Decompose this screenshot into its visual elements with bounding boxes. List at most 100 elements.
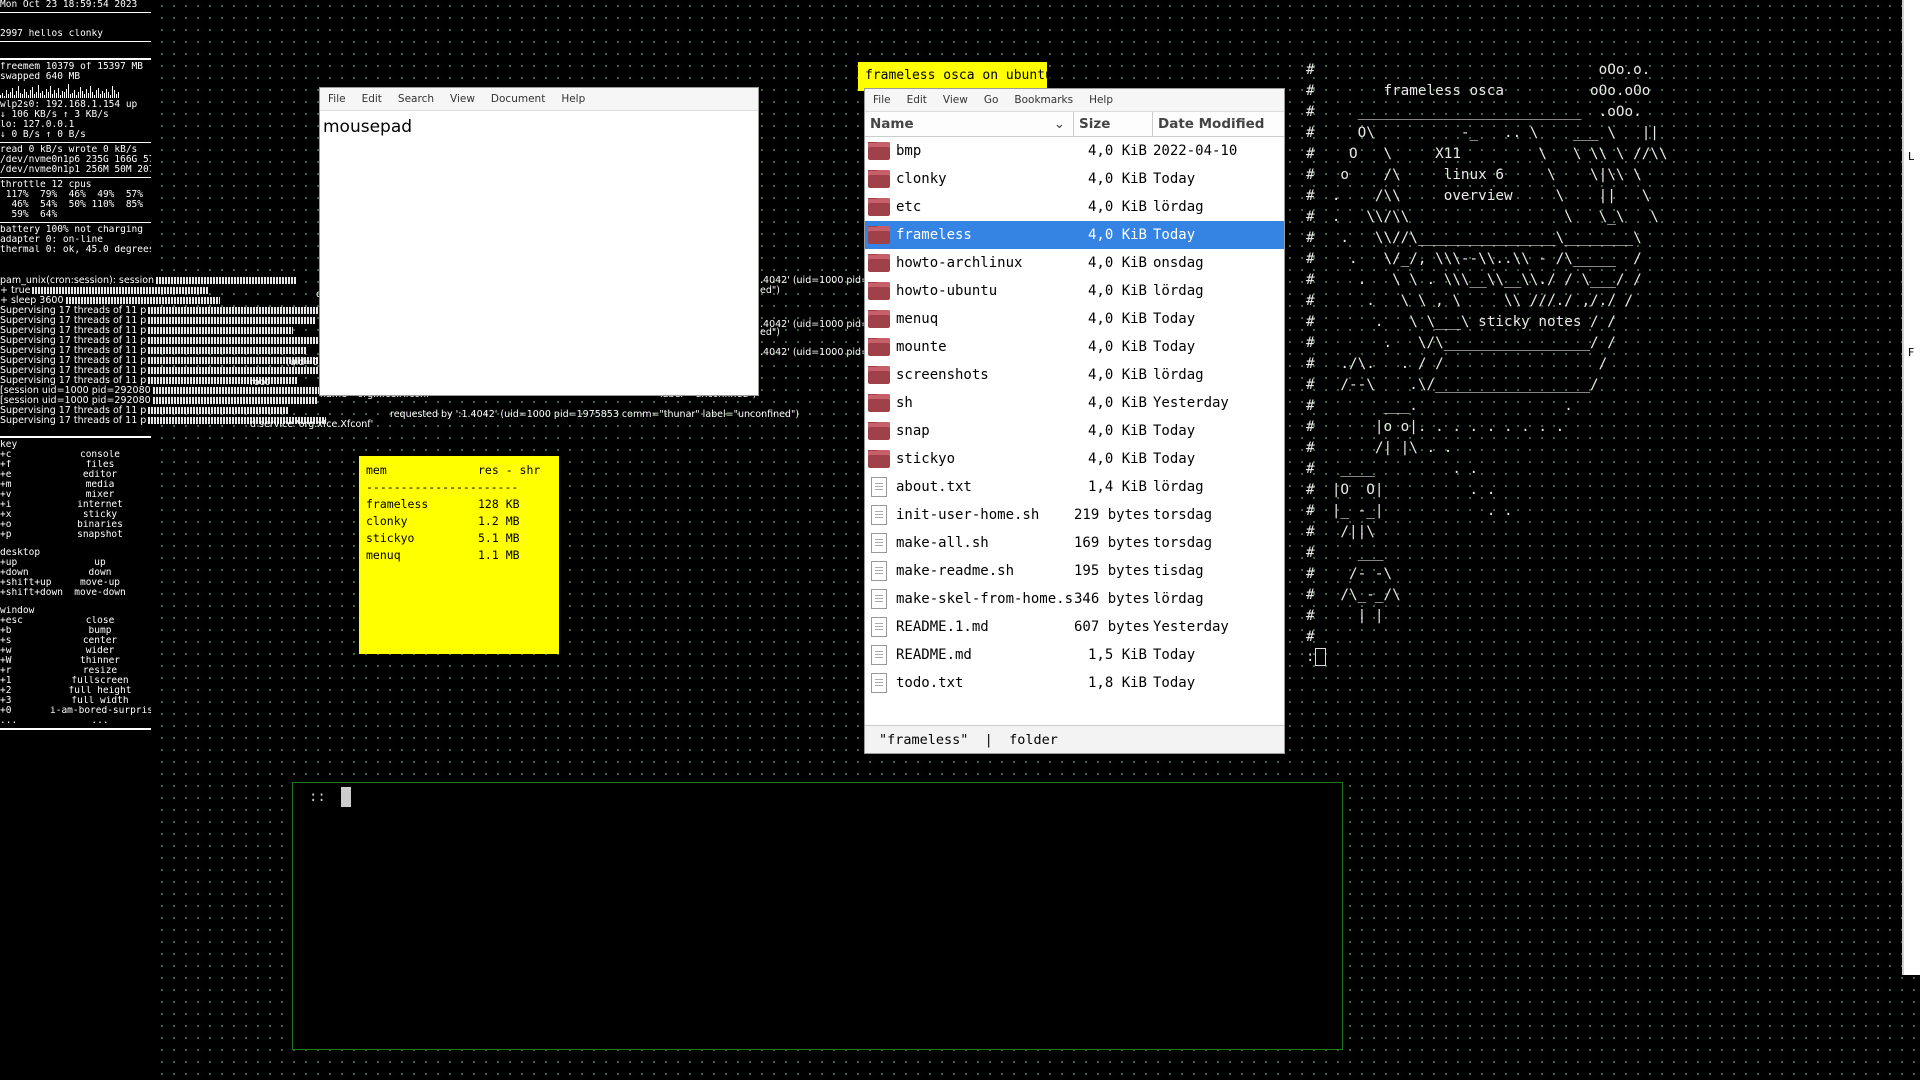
file-row[interactable]: mounte 4,0 KiB Today: [865, 333, 1284, 361]
thunar-menu-go[interactable]: Go: [976, 94, 1007, 106]
mousepad-menu-view[interactable]: View: [442, 93, 483, 105]
file-size: 4,0 KiB: [1087, 423, 1147, 439]
file-row[interactable]: clonky 4,0 KiB Today: [865, 165, 1284, 193]
file-size: 4,0 KiB: [1087, 451, 1147, 467]
terminal-window[interactable]: ::: [292, 782, 1343, 1050]
script-file-icon: [871, 505, 887, 525]
file-size: 4,0 KiB: [1087, 199, 1147, 215]
sticky-note[interactable]: mem res - shr ---------------------- fram…: [359, 456, 559, 654]
file-name: frameless: [896, 227, 972, 243]
key-action: binaries: [77, 520, 123, 530]
garbled-text: [32, 287, 210, 294]
ascii-prompt: :: [1306, 648, 1327, 666]
disk-rw-text: read 0 kB/s wrote 0 kB/s: [0, 145, 138, 155]
process-mem: 1.2 MB: [478, 514, 520, 528]
garbled-text: [148, 337, 331, 344]
sticky-header-left: mem: [366, 463, 387, 477]
file-date: Today: [1153, 339, 1196, 355]
file-row[interactable]: etc 4,0 KiB lördag: [865, 193, 1284, 221]
file-row[interactable]: stickyo 4,0 KiB Today: [865, 445, 1284, 473]
file-date: lördag: [1153, 367, 1204, 383]
network-graph: [0, 84, 151, 98]
file-date: torsdag: [1153, 535, 1213, 551]
mousepad-menu-search[interactable]: Search: [390, 93, 442, 105]
key-combo: +2: [0, 686, 12, 696]
file-row[interactable]: howto-ubuntu 4,0 KiB lördag: [865, 277, 1284, 305]
thunar-menu-file[interactable]: File: [865, 94, 899, 106]
thunar-menu-view[interactable]: View: [935, 94, 976, 106]
file-row[interactable]: howto-archlinux 4,0 KiB onsdag: [865, 249, 1284, 277]
garbled-text: [65, 297, 220, 304]
file-name: etc: [896, 199, 922, 215]
column-header-name[interactable]: Name ⌄: [865, 112, 1074, 136]
file-date: onsdag: [1153, 255, 1204, 271]
thunar-menu-bookmarks[interactable]: Bookmarks: [1006, 94, 1081, 106]
offscreen-window-edge[interactable]: L F: [1902, 0, 1920, 975]
file-name: howto-archlinux: [896, 255, 1023, 271]
file-date: Today: [1153, 227, 1196, 243]
cpu-row-3: 59% 64%: [0, 210, 58, 220]
file-row[interactable]: make-skel-from-home.sh 346 bytes lördag: [865, 585, 1284, 613]
file-size: 4,0 KiB: [1087, 283, 1147, 299]
file-row[interactable]: snap 4,0 KiB Today: [865, 417, 1284, 445]
folder-icon: [868, 198, 890, 216]
file-name: README.1.md: [896, 619, 989, 635]
keybinding-row: +up up: [0, 558, 151, 568]
file-manager-window[interactable]: File Edit View Go Bookmarks Help Name ⌄ Size D…: [864, 88, 1285, 754]
terminal-cursor: [341, 787, 351, 807]
nvme1-text: /dev/nvme0n1p1 256M 50M 207M 20% /boot/e…: [0, 165, 151, 175]
keybinding-row: +W thinner: [0, 656, 151, 666]
file-size: 1,8 KiB: [1087, 675, 1147, 691]
process-name: stickyo: [366, 531, 415, 545]
file-name: screenshots: [896, 367, 989, 383]
mousepad-menu-edit[interactable]: Edit: [354, 93, 390, 105]
mousepad-window[interactable]: File Edit Search View Document Help mousepad: [319, 87, 759, 396]
file-size: 4,0 KiB: [1087, 143, 1147, 159]
key-combo: +esc: [0, 616, 23, 626]
column-header-date[interactable]: Date Modified: [1153, 112, 1284, 136]
file-row[interactable]: todo.txt 1,8 KiB Today: [865, 669, 1284, 697]
key-action: console: [79, 450, 121, 460]
file-row[interactable]: make-all.sh 169 bytes torsdag: [865, 529, 1284, 557]
mousepad-menu-document[interactable]: Document: [483, 93, 553, 105]
column-header-size[interactable]: Size: [1074, 112, 1153, 136]
file-name: init-user-home.sh: [896, 507, 1040, 523]
ascii-art-overview: # oOo.o. # frameless osca oOo.oOo # ____…: [1306, 62, 1668, 645]
folder-icon: [868, 282, 890, 300]
thunar-menu-help[interactable]: Help: [1081, 94, 1121, 106]
thunar-menu-edit[interactable]: Edit: [899, 94, 935, 106]
garbled-text: [156, 277, 297, 284]
key-combo: +w: [0, 646, 12, 656]
folder-icon: [868, 310, 890, 328]
file-row[interactable]: sh 4,0 KiB Yesterday: [865, 389, 1284, 417]
column-headers: Name ⌄ Size Date Modified: [865, 112, 1284, 137]
file-row[interactable]: bmp 4,0 KiB 2022-04-10: [865, 137, 1284, 165]
battery-text: battery 100% not charging: [0, 225, 143, 235]
file-row[interactable]: init-user-home.sh 219 bytes torsdag: [865, 501, 1284, 529]
adapter-text: adapter 0: on-line: [0, 235, 103, 245]
process-name: clonky: [366, 514, 408, 528]
file-row[interactable]: screenshots 4,0 KiB lördag: [865, 361, 1284, 389]
mousepad-menu-help[interactable]: Help: [553, 93, 593, 105]
folder-icon: [868, 338, 890, 356]
file-row[interactable]: README.md 1,5 KiB Today: [865, 641, 1284, 669]
key-action: thinner: [79, 656, 121, 666]
file-row[interactable]: frameless 4,0 KiB Today: [865, 221, 1284, 249]
file-row[interactable]: menuq 4,0 KiB Today: [865, 305, 1284, 333]
file-row[interactable]: make-readme.sh 195 bytes tisdag: [865, 557, 1284, 585]
file-size: 4,0 KiB: [1087, 255, 1147, 271]
file-date: Today: [1153, 311, 1196, 327]
file-row[interactable]: README.1.md 607 bytes Yesterday: [865, 613, 1284, 641]
freemem-text: freemem 10379 of 15397 MB: [0, 62, 143, 72]
garbled-text: [148, 407, 290, 414]
process-mem: 128 KB: [478, 497, 520, 511]
file-manager-menubar: File Edit View Go Bookmarks Help: [865, 89, 1284, 112]
file-size: 169 bytes: [1074, 535, 1150, 551]
key-action: full height: [68, 686, 132, 696]
editor-text-area[interactable]: mousepad: [320, 111, 758, 143]
file-name: sh: [896, 395, 913, 411]
mousepad-menu-file[interactable]: File: [320, 93, 354, 105]
file-row[interactable]: about.txt 1,4 KiB lördag: [865, 473, 1284, 501]
key-combo: +p: [0, 530, 12, 540]
nvme6-text: /dev/nvme0n1p6 235G 166G 57G 75% /: [0, 155, 151, 165]
